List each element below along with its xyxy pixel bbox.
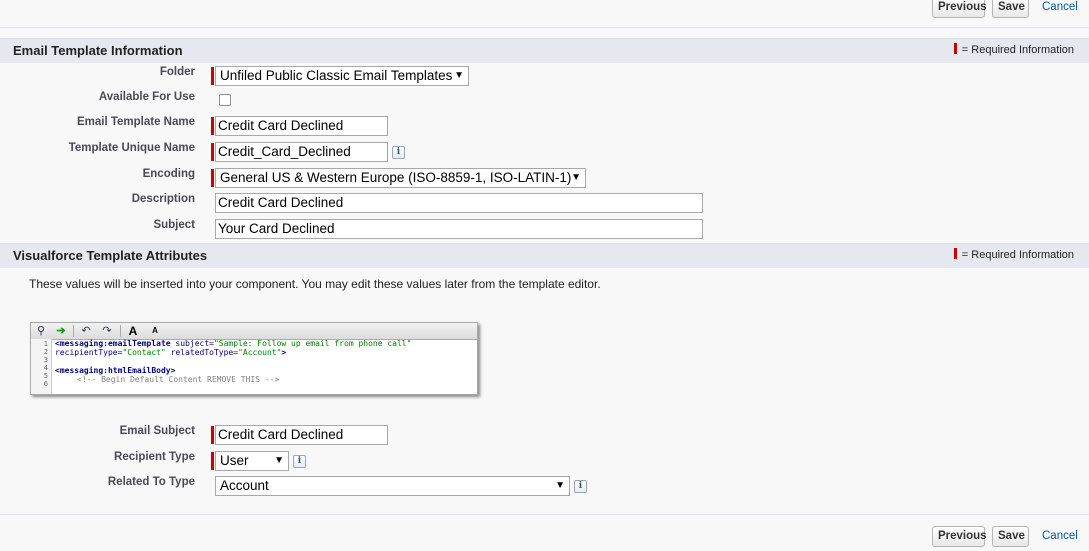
recipient-type-value: User [220, 453, 249, 468]
code-comment: <!-- Begin Default Content REMOVE THIS -… [77, 375, 280, 384]
code-attr: relatedToType= [170, 348, 239, 357]
email-template-name-label: Email Template Name [76, 116, 195, 128]
save-button-bottom[interactable]: Save [992, 526, 1029, 547]
line-number: 6 [43, 380, 48, 388]
template-unique-name-label: Template Unique Name [68, 142, 195, 154]
cancel-link-top[interactable]: Cancel [1042, 1, 1078, 13]
save-button-top[interactable]: Save [992, 0, 1029, 18]
encoding-select-value: General US & Western Europe (ISO-8859-1,… [220, 170, 572, 185]
available-for-use-checkbox[interactable] [219, 94, 231, 106]
related-to-type-label: Related To Type [107, 476, 195, 488]
line-number: 3 [43, 356, 48, 364]
section-title: Email Template Information [13, 43, 183, 58]
folder-select[interactable]: Unfiled Public Classic Email Templates ▼ [215, 66, 469, 86]
line-number: 1 [43, 340, 48, 348]
recipient-type-label: Recipient Type [114, 451, 195, 463]
undo-icon[interactable]: ↶ [78, 324, 94, 338]
code-line-2: recipientType="Contact" relatedToType="A… [55, 348, 286, 357]
code-string: "Sample: Follow up email from phone call… [213, 339, 412, 348]
section-header-email-template-info: Email Template Information = Required In… [0, 38, 1089, 63]
required-marker [211, 452, 214, 470]
bottom-button-bar [0, 514, 1089, 551]
required-marker [211, 67, 214, 85]
required-bar-icon [953, 43, 957, 54]
required-legend: = Required Information [953, 43, 1074, 56]
info-icon[interactable]: i [392, 146, 405, 159]
code-tag: > [281, 348, 287, 357]
increase-font-icon[interactable]: A [125, 324, 141, 338]
redo-icon[interactable]: ↷ [99, 324, 115, 338]
line-number: 2 [43, 348, 48, 356]
related-to-type-value: Account [220, 478, 269, 493]
folder-label: Folder [159, 66, 195, 78]
previous-button-bottom[interactable]: Previous [932, 526, 987, 547]
encoding-label: Encoding [142, 168, 195, 180]
subject-label: Subject [153, 219, 195, 231]
required-marker [211, 169, 214, 187]
search-icon[interactable]: ⚲ [33, 324, 49, 338]
section-description: These values will be inserted into your … [29, 277, 601, 291]
code-line-1: <messaging:emailTemplate subject="Sample… [55, 339, 411, 348]
chevron-down-icon: ▼ [454, 70, 464, 81]
line-number: 5 [43, 372, 48, 380]
info-icon[interactable]: i [293, 455, 306, 468]
line-number-gutter: 1 2 3 4 5 6 [31, 339, 52, 394]
code-line-5: <!-- Begin Default Content REMOVE THIS -… [77, 375, 279, 384]
code-editor[interactable]: ⚲ ➔ ↶ ↷ A A 1 2 3 4 5 6 <messaging:email… [30, 322, 478, 395]
code-attr: recipientType= [55, 348, 123, 357]
email-template-name-input[interactable]: Credit Card Declined [215, 116, 388, 136]
required-bar-icon [953, 248, 957, 259]
chevron-down-icon: ▼ [555, 480, 565, 491]
description-label: Description [131, 193, 195, 205]
required-legend: = Required Information [953, 248, 1074, 261]
description-input[interactable]: Credit Card Declined [215, 193, 703, 213]
email-subject-input[interactable]: Credit Card Declined [215, 425, 388, 445]
cancel-link-bottom[interactable]: Cancel [1042, 530, 1078, 542]
chevron-down-icon: ▼ [274, 455, 284, 466]
required-marker [211, 426, 214, 444]
decrease-font-icon[interactable]: A [147, 324, 163, 338]
encoding-select[interactable]: General US & Western Europe (ISO-8859-1,… [215, 168, 586, 188]
toolbar-divider [73, 325, 74, 337]
folder-select-value: Unfiled Public Classic Email Templates [220, 68, 453, 83]
previous-button-top[interactable]: Previous [932, 0, 987, 18]
required-legend-text: = Required Information [961, 249, 1074, 261]
code-line-4: <messaging:htmlEmailBody> [55, 366, 175, 375]
available-for-use-label: Available For Use [98, 91, 195, 103]
section-title: Visualforce Template Attributes [13, 248, 208, 263]
required-marker [211, 117, 214, 135]
code-attr: subject= [175, 339, 214, 348]
code-tag: <messaging:emailTemplate [55, 339, 171, 348]
template-unique-name-input[interactable]: Credit_Card_Declined [215, 142, 388, 162]
required-legend-text: = Required Information [961, 44, 1074, 56]
related-to-type-select[interactable]: Account ▼ [215, 476, 570, 496]
email-subject-label: Email Subject [119, 425, 195, 437]
code-tag: <messaging:htmlEmailBody> [55, 366, 176, 375]
subject-input[interactable]: Your Card Declined [215, 219, 703, 239]
chevron-down-icon: ▼ [571, 172, 581, 183]
info-icon[interactable]: i [574, 480, 587, 493]
toolbar-divider [120, 325, 121, 337]
go-to-line-arrow-icon[interactable]: ➔ [53, 324, 69, 338]
code-string: "Contact" [122, 348, 166, 357]
editor-toolbar: ⚲ ➔ ↶ ↷ A A [31, 323, 477, 340]
top-button-bar [0, 0, 1089, 28]
recipient-type-select[interactable]: User ▼ [215, 451, 289, 471]
section-header-visualforce-attributes: Visualforce Template Attributes = Requir… [0, 243, 1089, 268]
required-marker [211, 143, 214, 161]
line-number: 4 [43, 364, 48, 372]
code-string: "Account" [238, 348, 282, 357]
